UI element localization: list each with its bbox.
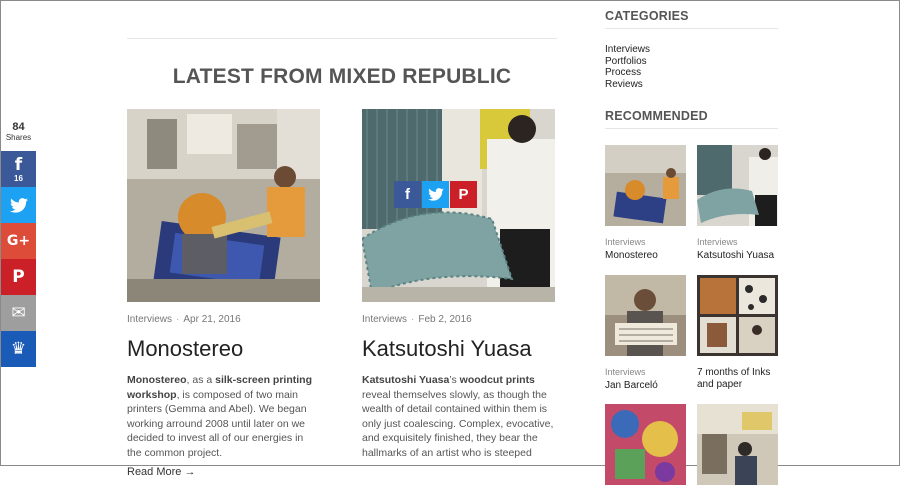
categories-divider: [605, 28, 778, 29]
share-count: 84 Shares: [1, 121, 36, 151]
colorful-print-photo: [605, 404, 686, 485]
post-thumbnail[interactable]: f P: [362, 109, 555, 302]
recommended-divider: [605, 128, 778, 129]
recommended-item[interactable]: Interviews Monostereo: [605, 145, 686, 262]
category-link-process[interactable]: Process: [605, 67, 778, 79]
facebook-image-share-button[interactable]: f: [394, 181, 421, 208]
share-bar: 84 Shares f 16 G+ P ✉ ♛: [1, 121, 36, 367]
prints-collage-photo: [697, 275, 778, 356]
post-date: Feb 2, 2016: [418, 314, 472, 325]
facebook-icon: f: [14, 154, 23, 175]
recommended-title[interactable]: Katsutoshi Yuasa: [697, 250, 778, 262]
recommended-thumbnail[interactable]: [605, 275, 686, 356]
recommended-item[interactable]: Interviews Katsutoshi Yuasa: [697, 145, 778, 262]
twitter-icon: [427, 188, 444, 201]
post-thumbnail[interactable]: [127, 109, 320, 302]
recommended-title[interactable]: 7 months of Inks and paper: [697, 367, 778, 391]
section-title: LATEST FROM MIXED REPUBLIC: [172, 65, 512, 88]
recommended-thumbnail[interactable]: [697, 404, 778, 485]
facebook-share-count: 16: [14, 173, 23, 183]
category-link-interviews[interactable]: Interviews: [605, 44, 778, 56]
facebook-share-button[interactable]: f 16: [1, 151, 36, 187]
category-link-reviews[interactable]: Reviews: [605, 79, 778, 91]
google-plus-share-button[interactable]: G+: [1, 223, 36, 259]
post-title-link[interactable]: Monostereo: [127, 336, 320, 362]
top-divider: [127, 38, 557, 39]
recommended-category: Interviews: [697, 237, 738, 247]
workshop-photo: [605, 145, 686, 226]
post-category-link[interactable]: Interviews: [362, 314, 407, 325]
share-count-label: Shares: [5, 133, 32, 142]
recommended-category: Interviews: [605, 237, 646, 247]
recommended-item[interactable]: [605, 404, 686, 496]
portrait-photo: [605, 275, 686, 356]
image-share-overlay: f P: [394, 181, 477, 208]
twitter-share-button[interactable]: [1, 187, 36, 223]
post-excerpt: Monostereo, as a silk-screen printing wo…: [127, 374, 312, 459]
recommended-item[interactable]: [697, 404, 778, 496]
recommended-thumbnail[interactable]: [605, 145, 686, 226]
google-plus-icon: G+: [6, 233, 31, 249]
categories-heading: CATEGORIES: [605, 9, 689, 23]
recommended-thumbnail[interactable]: [605, 404, 686, 485]
recommended-item[interactable]: 7 months of Inks and paper: [697, 275, 778, 391]
studio-photo: [697, 404, 778, 485]
categories-list: Interviews Portfolios Process Reviews: [605, 44, 778, 90]
recommended-title[interactable]: Monostereo: [605, 250, 686, 262]
pinterest-icon: P: [458, 186, 469, 203]
post-date: Apr 21, 2016: [183, 314, 241, 325]
workshop-photo: [127, 109, 320, 302]
crown-icon: ♛: [10, 339, 27, 359]
read-more-link[interactable]: Read More →: [127, 466, 320, 478]
pinterest-icon: P: [12, 267, 25, 287]
email-share-button[interactable]: ✉: [1, 295, 36, 331]
post-card-katsutoshi-yuasa: f P Interviews · Feb 2, 2016 Katsutoshi Yu…: [362, 109, 555, 460]
twitter-icon: [9, 197, 28, 213]
post-meta: Interviews · Feb 2, 2016: [362, 314, 472, 325]
post-card-monostereo: Interviews · Apr 21, 2016 Monostereo Monos…: [127, 109, 320, 478]
sumome-share-button[interactable]: ♛: [1, 331, 36, 367]
email-icon: ✉: [11, 303, 26, 323]
recommended-title[interactable]: Jan Barceló: [605, 380, 686, 392]
post-excerpt: Katsutoshi Yuasa’s woodcut prints reveal…: [362, 374, 554, 459]
recommended-thumbnail[interactable]: [697, 145, 778, 226]
pinterest-share-button[interactable]: P: [1, 259, 36, 295]
woodcut-photo: [697, 145, 778, 226]
pinterest-image-share-button[interactable]: P: [450, 181, 477, 208]
recommended-thumbnail[interactable]: [697, 275, 778, 356]
post-category-link[interactable]: Interviews: [127, 314, 172, 325]
category-link-portfolios[interactable]: Portfolios: [605, 56, 778, 68]
recommended-category: Interviews: [605, 367, 646, 377]
recommended-heading: RECOMMENDED: [605, 109, 708, 123]
facebook-icon: f: [405, 186, 410, 203]
recommended-item[interactable]: Interviews Jan Barceló: [605, 275, 686, 392]
post-title-link[interactable]: Katsutoshi Yuasa: [362, 336, 555, 362]
post-meta: Interviews · Apr 21, 2016: [127, 314, 241, 325]
share-count-number: 84: [12, 121, 25, 133]
twitter-image-share-button[interactable]: [422, 181, 449, 208]
